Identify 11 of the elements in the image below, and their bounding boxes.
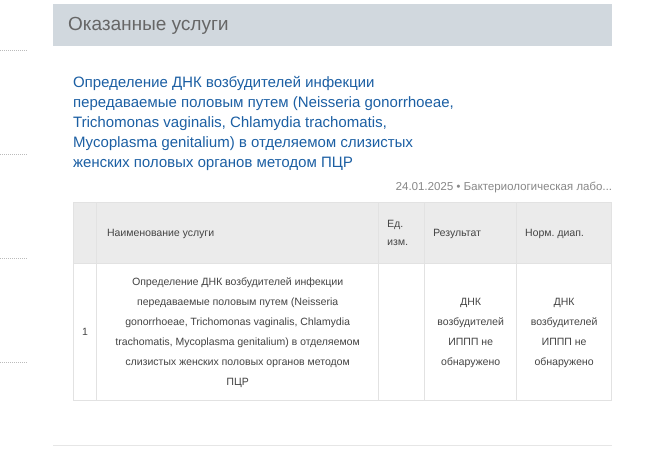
table-cell: ДНК возбудителей ИППП не обнаружено (516, 264, 612, 401)
service-meta: 24.01.2025 • Бактериологическая лабо... (394, 180, 612, 195)
table-cell: Определение ДНК возбудителей инфекции передаваемые половым путем (Neisseria gonorrhoeae, Trichomonas vaginalis, Chlamydia trachomatis, Mycoplasma genitalium) в отделяемом слизистых женских половых органов методом ПЦР (96, 264, 379, 401)
column-header: Норм. диап. (516, 202, 612, 264)
column-header: Результат (424, 202, 517, 264)
column-header: Наименование услуги (96, 202, 379, 264)
table-cell: 1 (74, 264, 96, 401)
section-header: Оказанные услуги (53, 4, 612, 46)
service-title-link[interactable]: Определение ДНК возбудителей инфекции передаваемые половым путем (Neisseria gonorrhoeae, Trichomonas vaginalis, Chlamydia trachomatis, Mycoplasma genitalium) в отделяемом слизистых женских половых органов методом ПЦР (73, 73, 473, 173)
table-cell: ДНК возбудителей ИППП не обнаружено (424, 264, 517, 401)
column-header: Ед. изм. (378, 202, 425, 264)
